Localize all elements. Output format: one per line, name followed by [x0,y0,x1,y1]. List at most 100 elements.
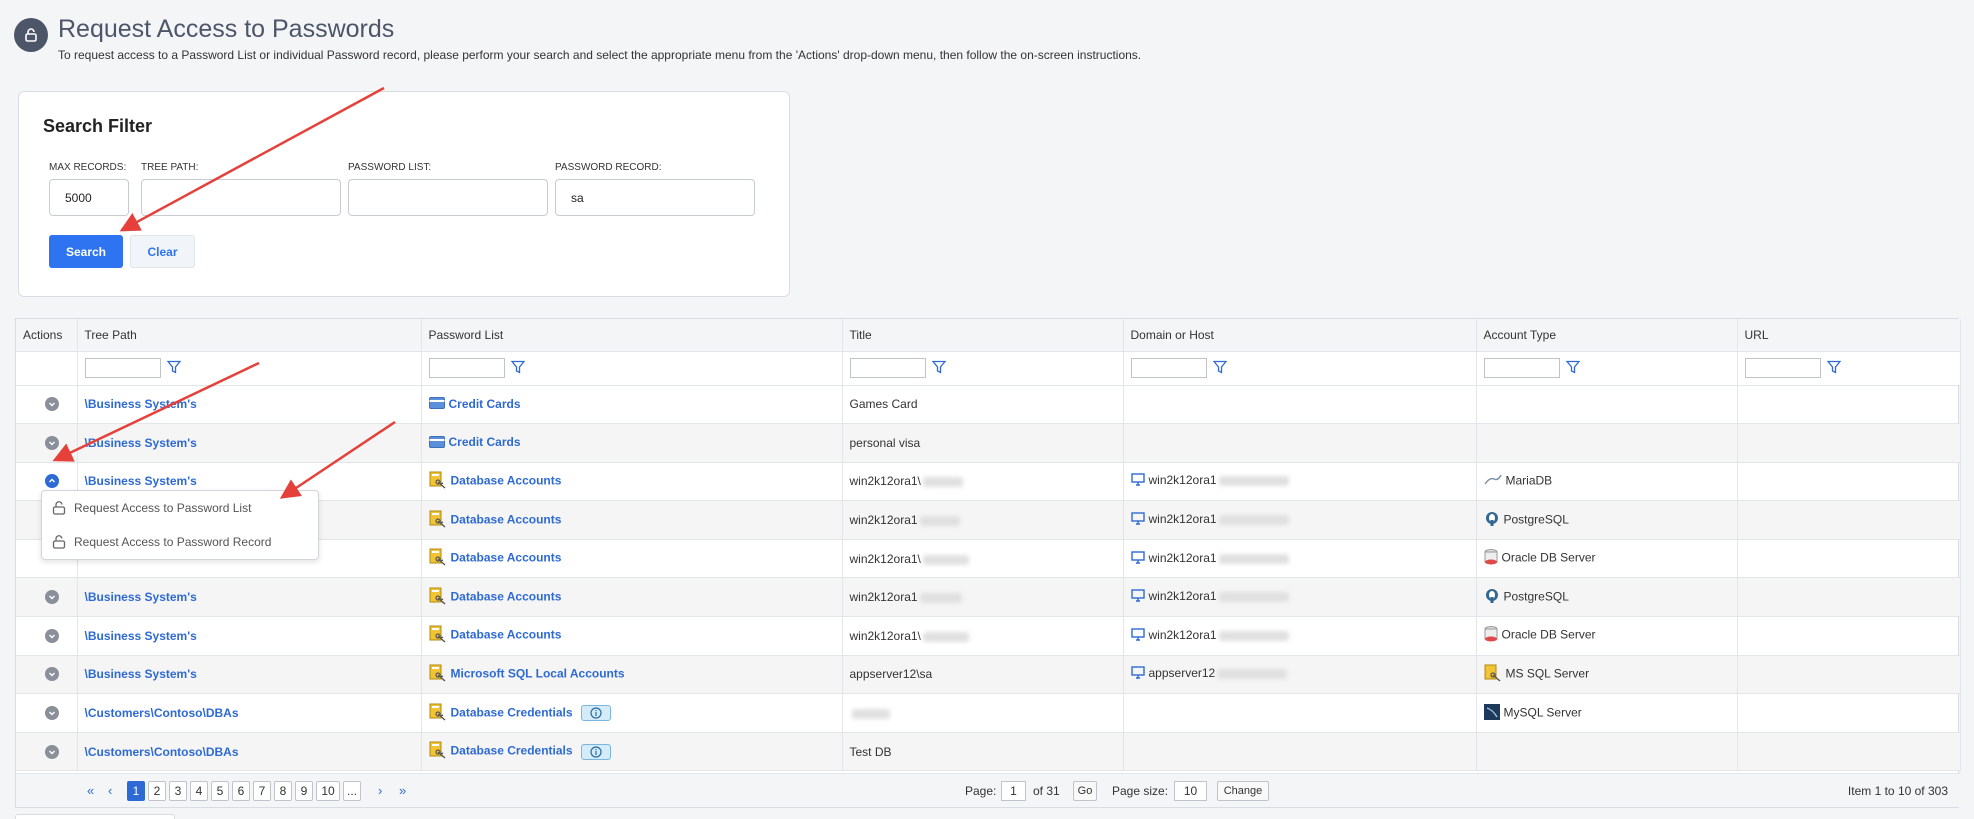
column-header[interactable]: Tree Path [77,319,422,352]
filter-icon[interactable] [166,360,181,377]
search-filter-panel: Search Filter MAX RECORDS: TREE PATH: PA… [18,91,790,297]
account-type-text: PostgreSQL [1503,512,1569,527]
tree-path-link[interactable]: \Customers\Contoso\DBAs [85,745,239,759]
column-filter-input[interactable] [1744,358,1821,378]
password-list-input[interactable] [348,179,548,216]
title-text: personal visa [849,435,921,450]
filter-icon[interactable] [1565,360,1580,377]
tree-path-link[interactable]: \Business System's [85,474,197,488]
chevron-down-icon[interactable] [45,667,59,682]
info-icon[interactable] [580,743,611,760]
password-list-link[interactable]: Database Credentials [451,744,573,758]
page-number-button[interactable]: 9 [295,781,313,801]
next-page-icon[interactable]: › [378,783,382,798]
page-size-input[interactable]: 10 [1174,781,1207,801]
password-list-link[interactable]: Database Accounts [451,474,562,488]
account-type-cell [1476,732,1738,772]
password-list-link[interactable]: Database Accounts [451,512,562,526]
chevron-down-icon[interactable] [45,397,59,412]
column-filter-input[interactable] [849,358,926,378]
filter-icon[interactable] [1212,360,1227,377]
change-button[interactable]: Change [1217,781,1269,801]
column-header[interactable]: Password List [421,319,843,352]
redacted-text [1218,592,1289,603]
tree-path-link[interactable]: \Business System's [85,590,197,604]
search-filter-title: Search Filter [43,116,153,136]
page-number-button[interactable]: 6 [232,781,250,801]
filter-icon[interactable] [1826,360,1841,377]
column-filter-input[interactable] [1130,358,1207,378]
tree-path-input[interactable] [141,179,341,216]
title-cell: win2k12ora1\ [842,539,1124,579]
password-list-cell: Database Credentials [421,693,843,733]
password-list-link[interactable]: Credit Cards [449,397,521,411]
page-number-button[interactable]: 7 [253,781,271,801]
tree-path-link[interactable]: \Business System's [85,436,197,450]
monitor-icon [1130,512,1145,528]
column-header[interactable]: Actions [16,319,78,352]
actions-cell [16,693,78,733]
column-header[interactable]: Title [842,319,1124,352]
prev-page-icon[interactable]: ‹ [108,783,112,798]
password-record-input[interactable] [555,179,755,216]
page-number-button[interactable]: ... [343,781,361,801]
page-number-input[interactable]: 1 [1001,781,1026,801]
clear-button[interactable]: Clear [130,235,195,268]
column-filter [1130,358,1476,378]
chevron-down-icon[interactable] [45,435,59,450]
chevron-down-icon[interactable] [45,744,59,759]
items-summary: Item 1 to 10 of 303 [1847,784,1948,798]
page-number-button[interactable]: 4 [190,781,208,801]
password-list-link[interactable]: Database Accounts [451,628,562,642]
filter-icon[interactable] [510,360,525,377]
password-list-link[interactable]: Database Credentials [451,705,573,719]
column-filter [1483,358,1737,378]
go-button[interactable]: Go [1073,781,1097,801]
host-cell: win2k12ora1 [1123,500,1477,540]
title-cell: win2k12ora1 [842,500,1124,540]
chevron-down-icon[interactable] [45,590,59,605]
password-list-link[interactable]: Microsoft SQL Local Accounts [451,667,625,681]
page-number-button[interactable]: 8 [274,781,292,801]
menu-item-request-password-list[interactable]: Request Access to Password List [42,491,318,525]
tree-path-link[interactable]: \Business System's [85,667,197,681]
page-number-button[interactable]: 1 [127,781,145,801]
max-records-label: MAX RECORDS: [49,162,127,173]
tree-path-cell: \Customers\Contoso\DBAs [77,732,422,772]
account-type-text: PostgreSQL [1503,589,1569,604]
table-row: \Business System's Credit Cards personal v… [16,423,1961,463]
max-records-input[interactable] [49,179,129,216]
page-label: Page: [965,784,997,798]
grid-header-row: Actions Tree Path Password List Title Domain… [16,319,1961,352]
column-filter-input[interactable] [1483,358,1560,378]
page-number-button[interactable]: 2 [148,781,166,801]
title-text: win2k12ora1\ [849,551,921,566]
tree-path-link[interactable]: \Business System's [85,629,197,643]
page-count-label: of 31 [1033,784,1060,798]
chevron-up-icon[interactable] [45,474,59,489]
password-list-link[interactable]: Database Accounts [451,551,562,565]
chevron-down-icon[interactable] [45,706,59,721]
tree-path-link[interactable]: \Customers\Contoso\DBAs [85,706,239,720]
tree-path-link[interactable]: \Business System's [85,397,197,411]
column-filter-input[interactable] [84,358,161,378]
password-list-link[interactable]: Database Accounts [451,589,562,603]
column-header[interactable]: Domain or Host [1123,319,1477,352]
password-list-cell: Credit Cards [421,385,843,425]
chevron-down-icon[interactable] [45,628,59,643]
postgresql-icon [1484,588,1500,607]
column-header[interactable]: Account Type [1476,319,1738,352]
search-button[interactable]: Search [49,235,123,268]
last-page-icon[interactable]: » [399,783,406,798]
filter-icon[interactable] [931,360,946,377]
url-cell [1737,462,1961,502]
first-page-icon[interactable]: « [87,783,94,798]
menu-item-request-password-record[interactable]: Request Access to Password Record [42,525,318,559]
page-number-button[interactable]: 5 [211,781,229,801]
column-filter-input[interactable] [428,358,505,378]
column-header[interactable]: URL [1737,319,1961,352]
page-number-button[interactable]: 3 [169,781,187,801]
info-icon[interactable] [580,705,611,722]
password-list-link[interactable]: Credit Cards [449,435,521,449]
page-number-button[interactable]: 10 [316,781,340,801]
